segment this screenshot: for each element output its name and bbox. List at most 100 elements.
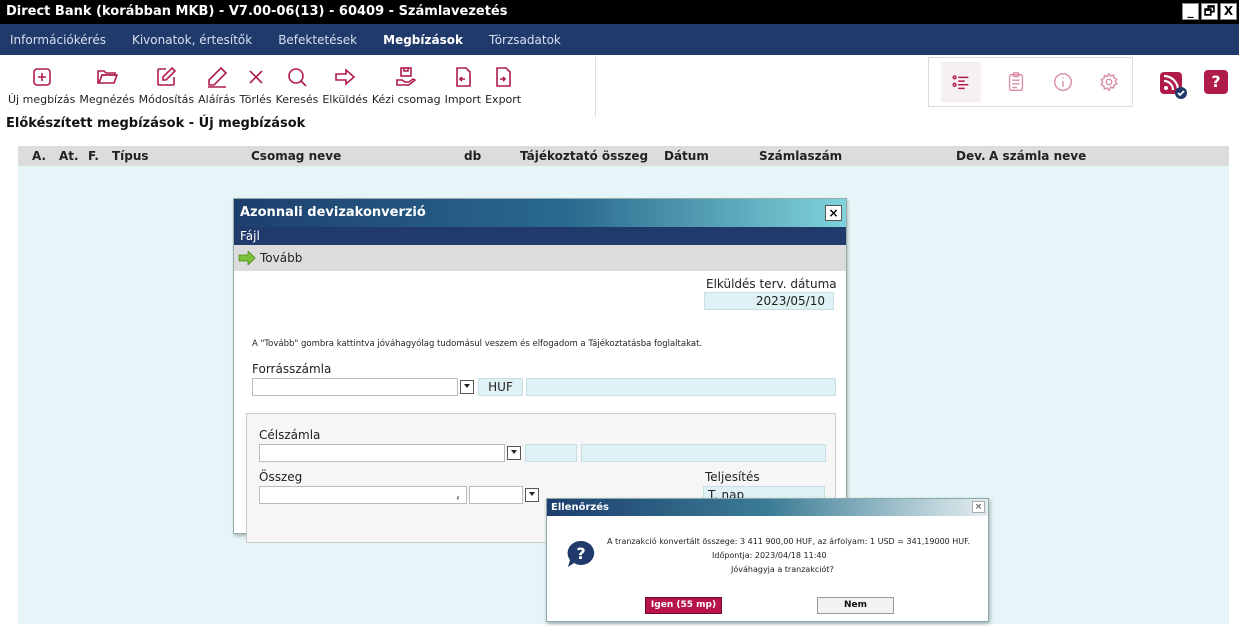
info-icon[interactable] <box>1052 71 1074 93</box>
plus-square-icon <box>32 68 51 86</box>
col-szamlaszam[interactable]: Számlaszám <box>759 149 842 163</box>
notice-text: A "Tovább" gombra kattintva jóváhagyólag… <box>252 339 703 349</box>
col-db[interactable]: db <box>464 149 481 163</box>
list-icon <box>952 75 969 90</box>
close-button[interactable]: X <box>1220 3 1237 20</box>
col-datum[interactable]: Dátum <box>664 149 709 163</box>
confirm-message-line2: Időpontja: 2023/04/18 11:40 <box>712 551 827 560</box>
delete-button[interactable]: Törlés <box>238 57 274 117</box>
send-label: Elküldés <box>322 93 368 106</box>
dialog-toolbar: Tovább <box>234 245 846 271</box>
dialog-body: Elküldés terv. dátuma 2023/05/10 A "Tová… <box>234 271 846 543</box>
amount-input[interactable]: , <box>259 486 467 504</box>
search-button[interactable]: Keresés <box>274 57 321 117</box>
question-icon-glyph: ? <box>576 544 585 563</box>
list-view-button[interactable] <box>941 62 982 102</box>
green-arrow-icon <box>238 251 256 265</box>
confirm-message-line3: Jóváhagyja a tranzakciót? <box>731 565 834 574</box>
edit-button[interactable]: Módosítás <box>137 57 197 117</box>
source-account-dropdown[interactable] <box>460 380 474 394</box>
import-label: Import <box>444 93 482 106</box>
confirm-close-button[interactable]: × <box>972 501 985 513</box>
search-icon <box>288 68 307 87</box>
target-account-name-field <box>581 444 826 462</box>
file-import-icon <box>456 67 471 87</box>
new-order-button[interactable]: Új megbízás <box>6 57 77 117</box>
view-button[interactable]: Megnézés <box>77 57 136 117</box>
target-currency-field <box>525 444 577 462</box>
view-label: Megnézés <box>79 93 135 106</box>
pen-icon <box>207 66 227 88</box>
settlement-label: Teljesítés <box>705 470 760 484</box>
rss-check-icon[interactable] <box>1160 72 1188 100</box>
confirm-title: Ellenőrzés <box>551 502 609 513</box>
send-date-field: 2023/05/10 <box>704 292 834 310</box>
amount-decimal-separator: , <box>456 487 460 501</box>
new-order-label: Új megbízás <box>8 93 76 106</box>
confirm-title-bar: Ellenőrzés × <box>547 499 988 516</box>
amount-decimal-input[interactable] <box>469 486 523 504</box>
source-account-select[interactable] <box>252 378 458 396</box>
confirm-message-line1: A tranzakció konvertált összege: 3 411 9… <box>607 537 971 546</box>
col-a[interactable]: A. <box>32 149 46 163</box>
col-tajekoztato-osszeg[interactable]: Tájékoztató összeg <box>520 149 648 163</box>
send-button[interactable]: Elküldés <box>320 57 370 117</box>
source-account-name-field <box>526 378 836 396</box>
sign-button[interactable]: Aláírás <box>196 57 237 117</box>
export-button[interactable]: Export <box>483 57 523 117</box>
next-button-label: Tovább <box>260 251 303 265</box>
edit-icon <box>157 66 177 86</box>
menu-befektetesek[interactable]: Befektetések <box>278 33 357 47</box>
confirm-yes-button[interactable]: Igen (55 mp) <box>645 597 722 614</box>
currency-dropdown[interactable] <box>525 488 539 502</box>
dialog-close-button[interactable]: × <box>825 205 842 221</box>
page-title: Előkészített megbízások - Új megbízások <box>6 116 306 131</box>
grid-header: A. At. F. Típus Csomag neve db Tájékozta… <box>18 146 1229 166</box>
file-export-icon <box>496 67 511 87</box>
minimize-button[interactable]: _ <box>1182 3 1199 20</box>
col-tipus[interactable]: Típus <box>112 149 149 163</box>
target-account-dropdown[interactable] <box>507 446 521 460</box>
col-szamla-neve[interactable]: A számla neve <box>989 149 1086 163</box>
x-icon <box>248 70 263 84</box>
col-at[interactable]: At. <box>59 149 79 163</box>
manual-package-button[interactable]: Kézi csomag <box>370 57 443 117</box>
chevron-down-icon <box>464 384 470 388</box>
gear-icon[interactable] <box>1098 71 1120 93</box>
amount-label: Összeg <box>259 470 303 484</box>
col-f[interactable]: F. <box>88 149 99 163</box>
dialog-title-bar: Azonnali devizakonverzió × <box>234 199 846 227</box>
export-label: Export <box>485 93 522 106</box>
source-currency-field: HUF <box>478 378 523 396</box>
maximize-button[interactable]: 🗗 <box>1201 3 1218 20</box>
sign-label: Aláírás <box>198 93 236 106</box>
manual-package-label: Kézi csomag <box>371 93 441 106</box>
question-icon: ? <box>566 539 596 569</box>
menu-kivonatok[interactable]: Kivonatok, értesítők <box>132 33 252 47</box>
menu-informaciokeres[interactable]: Információkérés <box>10 33 106 47</box>
window-controls: _ 🗗 X <box>1182 3 1237 20</box>
clipboard-icon[interactable] <box>1005 71 1027 93</box>
col-csomag-neve[interactable]: Csomag neve <box>251 149 341 163</box>
menu-torzsadatok[interactable]: Törzsadatok <box>489 33 561 47</box>
dialog-title: Azonnali devizakonverzió <box>240 205 426 220</box>
main-menu: Információkérés Kivonatok, értesítők Bef… <box>0 24 1239 55</box>
next-button[interactable]: Tovább <box>238 251 302 265</box>
package-hand-icon <box>396 67 417 86</box>
confirm-no-button[interactable]: Nem <box>817 597 894 614</box>
col-dev[interactable]: Dev. <box>956 149 986 163</box>
conversion-dialog: Azonnali devizakonverzió × Fájl Tovább E… <box>233 198 847 543</box>
dialog-menu-file[interactable]: Fájl <box>234 227 846 245</box>
window-title-bar: Direct Bank (korábban MKB) - V7.00-06(13… <box>0 0 1239 24</box>
toolbar: Új megbízás Megnézés Módosítás Aláírás T… <box>6 57 596 117</box>
send-date-label: Elküldés terv. dátuma <box>706 277 837 291</box>
source-account-label: Forrásszámla <box>252 362 332 376</box>
confirm-dialog: Ellenőrzés × ? A tranzakció konvertált ö… <box>546 498 989 622</box>
import-button[interactable]: Import <box>443 57 484 117</box>
help-button[interactable]: ? <box>1204 70 1228 94</box>
view-options <box>928 57 1133 107</box>
target-account-select[interactable] <box>259 444 505 462</box>
window-title: Direct Bank (korábban MKB) - V7.00-06(13… <box>6 4 508 19</box>
menu-megbizasok[interactable]: Megbízások <box>383 33 463 47</box>
chevron-down-icon <box>511 450 517 454</box>
